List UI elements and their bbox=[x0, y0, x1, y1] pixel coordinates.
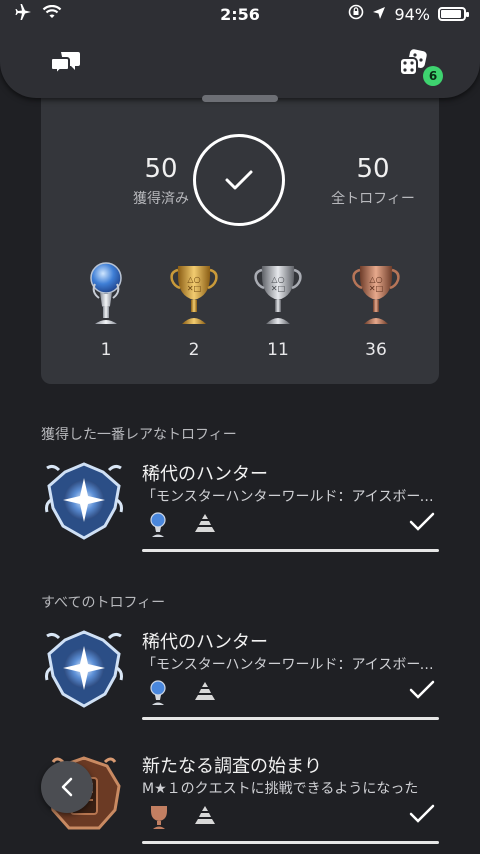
bronze-trophy-icon: △○ ✕□ bbox=[352, 266, 400, 324]
gold-count: 2 bbox=[188, 340, 200, 360]
rarity-pyramid-icon bbox=[191, 804, 219, 830]
bronze-cup: △○ ✕□ 36 bbox=[341, 262, 411, 360]
platinum-trophy-icon bbox=[90, 262, 122, 324]
trophy-row[interactable]: 稀代のハンター 「モンスターハンターワールド：アイスボーン」の全トロフィーを獲得… bbox=[41, 628, 439, 728]
svg-text:△○: △○ bbox=[271, 275, 284, 284]
gold-cup: △○ ✕□ 2 bbox=[159, 262, 229, 360]
total-label: 全トロフィー bbox=[331, 191, 415, 207]
platinum-type-icon bbox=[148, 512, 168, 542]
trophy-description: 「モンスターハンターワールド：アイスボーン」の全トロフィーを獲得した bbox=[142, 657, 437, 673]
silver-count: 11 bbox=[267, 340, 289, 360]
rarest-section-title: 獲得した一番レアなトロフィー bbox=[41, 427, 237, 443]
progress-bar bbox=[142, 841, 439, 844]
chat-bubbles-icon[interactable] bbox=[50, 48, 82, 80]
silver-trophy-icon: △○ ✕□ bbox=[254, 266, 302, 324]
trophy-art-icon bbox=[43, 460, 125, 542]
back-button[interactable] bbox=[41, 761, 93, 813]
platinum-type-icon bbox=[148, 680, 168, 710]
notification-badge: 6 bbox=[423, 66, 443, 86]
orientation-lock-icon bbox=[348, 4, 364, 24]
trophy-description: 「モンスターハンターワールド：アイスボーン」の全トロフィーを獲得した bbox=[142, 489, 437, 505]
trophy-row[interactable]: 新たなる調査の始まり M★１のクエストに挑戦できるようになった bbox=[41, 752, 439, 852]
trophy-name: 新たなる調査の始まり bbox=[142, 756, 322, 777]
bronze-type-icon bbox=[148, 804, 170, 834]
svg-text:△○: △○ bbox=[187, 275, 200, 284]
progress-bar bbox=[142, 549, 439, 552]
completion-ring bbox=[193, 134, 285, 226]
wifi-icon bbox=[42, 4, 62, 24]
svg-text:✕□: ✕□ bbox=[369, 284, 383, 293]
rarity-pyramid-icon bbox=[191, 680, 219, 706]
trophy-name: 稀代のハンター bbox=[142, 464, 268, 485]
earned-check-icon bbox=[409, 512, 435, 536]
checkmark-icon bbox=[225, 170, 253, 190]
chevron-left-icon bbox=[61, 777, 73, 797]
trophy-description: M★１のクエストに挑戦できるようになった bbox=[142, 781, 419, 797]
trophy-art-icon bbox=[43, 628, 125, 710]
svg-text:✕□: ✕□ bbox=[271, 284, 285, 293]
silver-cup: △○ ✕□ 11 bbox=[243, 262, 313, 360]
trophy-summary-card: 50 獲得済み 50 全トロフィー 1 △○ ✕□ 2 △○ ✕□ 11 △○ … bbox=[41, 86, 439, 384]
total-count: 50 bbox=[356, 154, 390, 184]
status-bar: 2:56 94% bbox=[0, 0, 480, 28]
rarest-trophy-row[interactable]: 稀代のハンター 「モンスターハンターワールド：アイスボーン」の全トロフィーを獲得… bbox=[41, 460, 439, 560]
progress-bar bbox=[142, 717, 439, 720]
bronze-count: 36 bbox=[365, 340, 387, 360]
battery-icon bbox=[438, 7, 469, 21]
drag-handle[interactable] bbox=[202, 95, 278, 102]
airplane-icon bbox=[14, 4, 32, 24]
all-trophies-section-title: すべてのトロフィー bbox=[41, 595, 166, 611]
battery-percent: 94% bbox=[394, 4, 430, 24]
total-stat: 50 全トロフィー bbox=[303, 154, 443, 208]
svg-text:△○: △○ bbox=[369, 275, 382, 284]
trophy-name: 稀代のハンター bbox=[142, 632, 268, 653]
location-icon bbox=[372, 5, 386, 24]
platinum-count: 1 bbox=[100, 340, 112, 360]
gold-trophy-icon: △○ ✕□ bbox=[170, 266, 218, 324]
platinum-cup: 1 bbox=[71, 262, 141, 360]
rarity-pyramid-icon bbox=[191, 512, 219, 538]
svg-text:✕□: ✕□ bbox=[187, 284, 201, 293]
earned-check-icon bbox=[409, 680, 435, 704]
earned-check-icon bbox=[409, 804, 435, 828]
